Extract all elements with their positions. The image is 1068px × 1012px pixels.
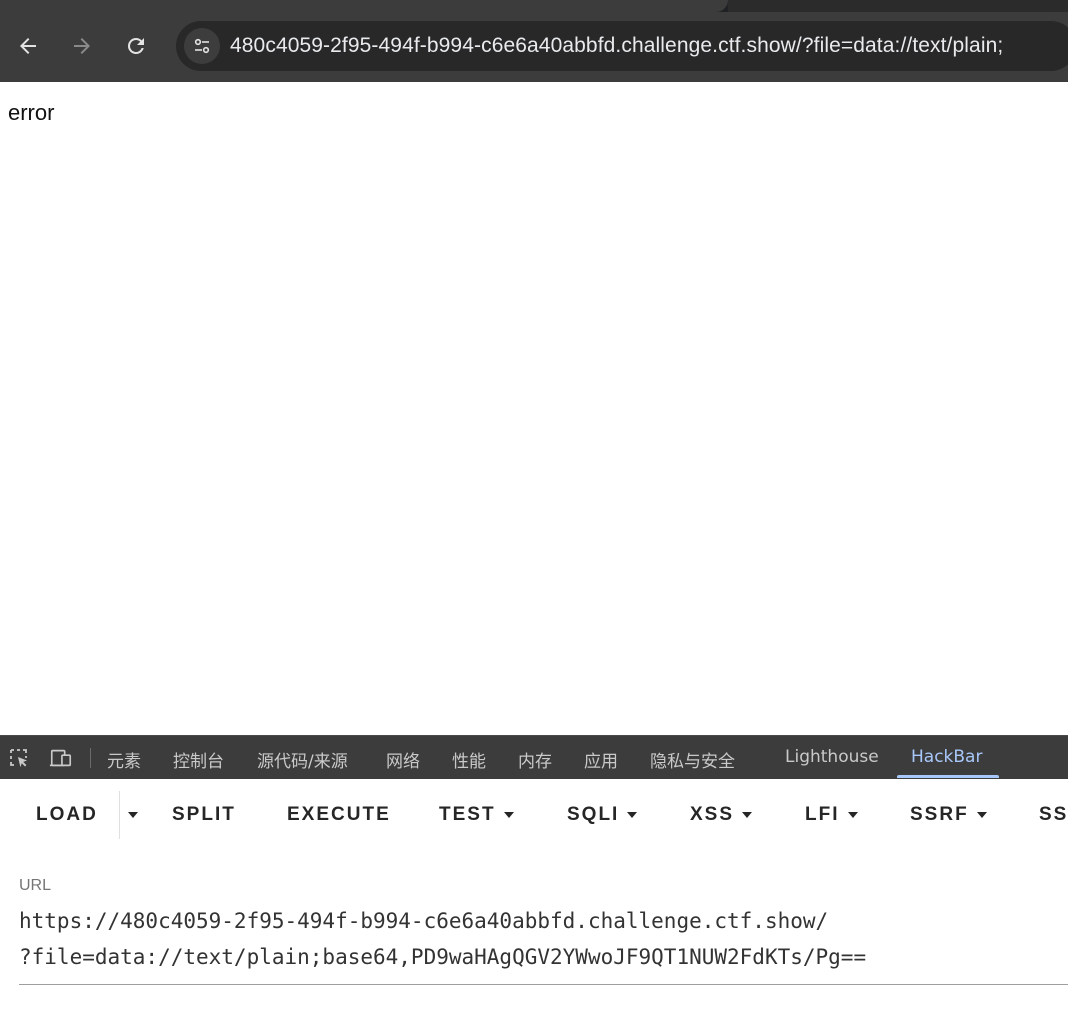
- forward-button[interactable]: [66, 30, 98, 62]
- url-line-1: https://480c4059-2f95-494f-b994-c6e6a40a…: [19, 909, 829, 933]
- execute-label: EXECUTE: [287, 804, 391, 825]
- caret-down-icon: [503, 812, 514, 818]
- tune-icon: [194, 38, 210, 54]
- load-label: LOAD: [36, 804, 98, 825]
- load-split-divider: [119, 791, 120, 839]
- lfi-menu-button[interactable]: LFI: [805, 803, 858, 827]
- caret-down-icon: [847, 812, 858, 818]
- arrow-left-icon: [20, 38, 36, 54]
- ssti-menu-button[interactable]: SS: [1039, 803, 1068, 827]
- toolbar-divider: [90, 748, 91, 768]
- test-menu-button[interactable]: TEST: [439, 803, 514, 827]
- tab-strip: [0, 0, 1068, 12]
- lfi-label: LFI: [805, 804, 840, 825]
- caret-down-icon: [128, 812, 138, 818]
- reload-icon: [127, 37, 144, 54]
- split-label: SPLIT: [172, 804, 236, 825]
- active-tab-indicator: [897, 775, 999, 778]
- browser-toolbar: 480c4059-2f95-494f-b994-c6e6a40abbfd.cha…: [0, 0, 1068, 82]
- site-info-button[interactable]: [184, 28, 220, 64]
- tab-privacy-security[interactable]: 隐私与安全: [650, 747, 735, 772]
- tab-console[interactable]: 控制台: [173, 747, 224, 772]
- xss-menu-button[interactable]: XSS: [690, 803, 753, 827]
- sqli-label: SQLI: [567, 804, 620, 825]
- page-body-text: error: [8, 100, 55, 125]
- hackbar-panel: LOAD SPLIT EXECUTE TEST SQLI XSS LFI SSR…: [0, 779, 1068, 1012]
- tab-network[interactable]: 网络: [386, 747, 420, 772]
- tab-hackbar[interactable]: HackBar: [911, 747, 982, 767]
- execute-button[interactable]: EXECUTE: [287, 803, 391, 827]
- caret-down-icon: [627, 812, 638, 818]
- device-toolbar-button[interactable]: [49, 746, 73, 770]
- sqli-menu-button[interactable]: SQLI: [567, 803, 638, 827]
- url-textarea[interactable]: https://480c4059-2f95-494f-b994-c6e6a40a…: [19, 903, 1068, 985]
- test-label: TEST: [439, 804, 496, 825]
- inspect-icon: [10, 749, 27, 768]
- caret-down-icon: [742, 812, 753, 818]
- tab-performance[interactable]: 性能: [452, 747, 486, 772]
- caret-down-icon: [976, 812, 987, 818]
- load-button[interactable]: LOAD: [36, 803, 98, 827]
- tab-application[interactable]: 应用: [584, 747, 618, 772]
- active-tab[interactable]: [0, 0, 728, 12]
- ss-label: SS: [1039, 804, 1068, 825]
- tab-sources[interactable]: 源代码/来源: [257, 747, 348, 772]
- back-button[interactable]: [12, 30, 44, 62]
- devtools-tab-bar: 元素 控制台 源代码/来源 网络 性能 内存 应用 隐私与安全 Lighthou…: [0, 735, 1068, 779]
- load-dropdown-button[interactable]: [124, 803, 138, 827]
- ssrf-menu-button[interactable]: SSRF: [910, 803, 987, 827]
- tab-strip-empty: [728, 0, 1068, 12]
- split-button[interactable]: SPLIT: [172, 803, 236, 827]
- tab-lighthouse[interactable]: Lighthouse: [785, 747, 879, 767]
- reload-button[interactable]: [120, 30, 152, 62]
- tab-elements[interactable]: 元素: [107, 747, 141, 772]
- url-field-label: URL: [19, 877, 52, 894]
- url-line-2: ?file=data://text/plain;base64,PD9waHAgQ…: [19, 945, 867, 969]
- page-content: error: [0, 82, 1068, 735]
- arrow-right-icon: [74, 38, 90, 54]
- xss-label: XSS: [690, 804, 735, 825]
- ssrf-label: SSRF: [910, 804, 969, 825]
- url-text[interactable]: 480c4059-2f95-494f-b994-c6e6a40abbfd.cha…: [230, 34, 1003, 58]
- tab-memory[interactable]: 内存: [518, 747, 552, 772]
- device-icon: [49, 749, 72, 767]
- address-bar[interactable]: 480c4059-2f95-494f-b994-c6e6a40abbfd.cha…: [176, 21, 1068, 71]
- inspect-element-button[interactable]: [7, 746, 31, 770]
